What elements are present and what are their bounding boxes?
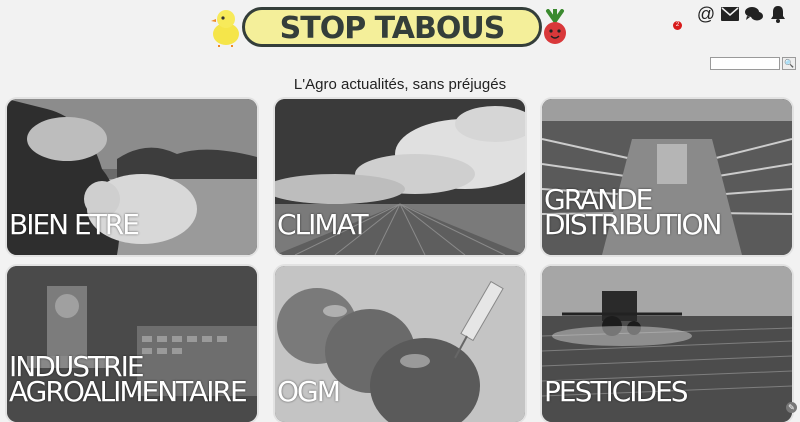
tile-label: BIEN ETRE bbox=[9, 208, 140, 241]
search-form: 🔍 bbox=[710, 57, 796, 70]
site-logo[interactable]: STOP TABOUS bbox=[210, 3, 570, 51]
at-icon[interactable]: @ bbox=[696, 4, 716, 24]
envelope-icon[interactable] bbox=[720, 4, 740, 24]
category-tile-pesticides[interactable]: PESTICIDES bbox=[542, 266, 792, 422]
category-tile-bien-etre[interactable]: BIEN ETRE bbox=[7, 99, 257, 255]
search-button[interactable]: 🔍 bbox=[782, 57, 796, 70]
edit-icon[interactable]: ✎ bbox=[786, 402, 797, 413]
category-tile-grande-distribution[interactable]: GRANDE DISTRIBUTION bbox=[542, 99, 792, 255]
tile-label: GRANDE DISTRIBUTION bbox=[544, 183, 722, 241]
tile-label: OGM bbox=[277, 375, 341, 408]
tile-label: PESTICIDES bbox=[544, 375, 689, 408]
category-grid: BIEN ETRE CLIMAT GRANDE DISTRIBUTION IND… bbox=[0, 96, 800, 422]
header: STOP TABOUS 2 @ bbox=[0, 0, 800, 56]
tile-label: INDUSTRIE AGROALIMENTAIRE bbox=[9, 350, 248, 408]
search-input[interactable] bbox=[710, 57, 780, 70]
category-tile-ogm[interactable]: OGM bbox=[275, 266, 525, 422]
logo-text: STOP TABOUS bbox=[279, 11, 506, 46]
comments-icon[interactable] bbox=[744, 4, 764, 24]
tagline: L'Agro actualités, sans préjugés bbox=[293, 76, 507, 93]
category-tile-industrie-agroalimentaire[interactable]: INDUSTRIE AGROALIMENTAIRE bbox=[7, 266, 257, 422]
bell-icon[interactable] bbox=[768, 4, 788, 24]
category-tile-climat[interactable]: CLIMAT bbox=[275, 99, 525, 255]
chick-icon bbox=[211, 10, 239, 47]
notification-badge[interactable]: 2 bbox=[673, 21, 682, 30]
header-icons: @ bbox=[696, 4, 788, 24]
radish-icon bbox=[544, 9, 566, 44]
logo-wordmark: STOP TABOUS bbox=[242, 7, 542, 47]
tile-label: CLIMAT bbox=[277, 208, 369, 241]
